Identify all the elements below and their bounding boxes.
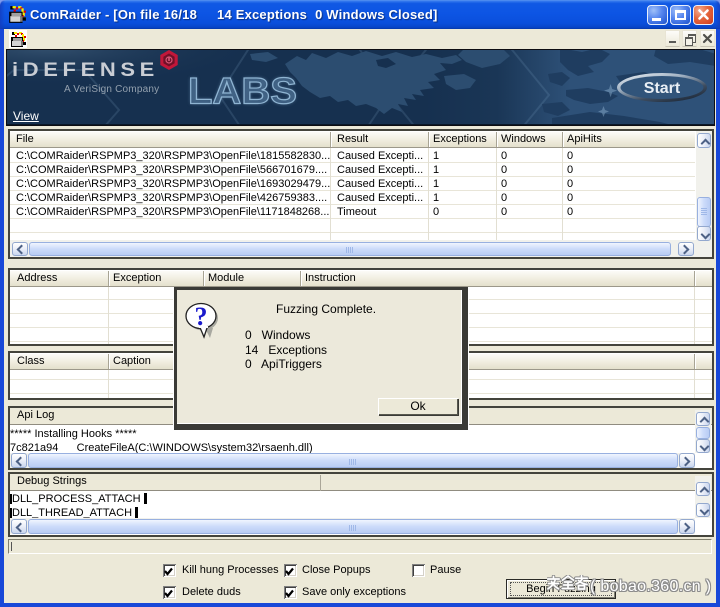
svg-text:Start: Start bbox=[644, 80, 681, 97]
svg-text:?: ? bbox=[195, 302, 208, 331]
